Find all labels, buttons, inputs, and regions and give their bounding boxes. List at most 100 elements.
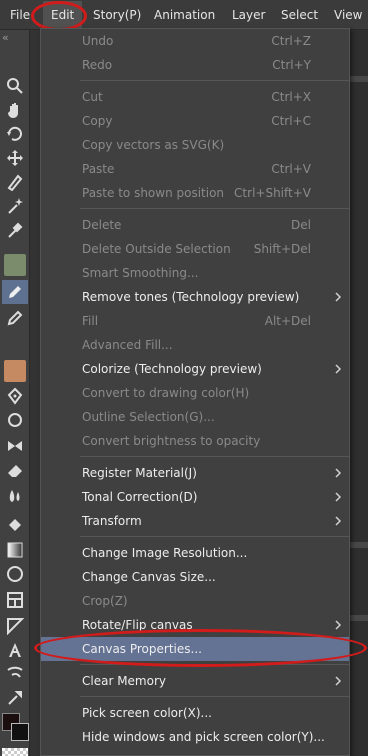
move-icon[interactable] <box>2 146 28 170</box>
menu-item-outline-selection[interactable]: Outline Selection(G)... <box>41 405 349 429</box>
panel-edge <box>350 615 368 621</box>
menu-item-copy-vectors-as-svg[interactable]: Copy vectors as SVG(K) <box>41 133 349 157</box>
tool-property-strip <box>30 30 40 756</box>
menu-item-remove-tones[interactable]: Remove tones (Technology preview) <box>41 285 349 309</box>
menu-item-redo[interactable]: Redo Ctrl+Y <box>41 53 349 77</box>
collapse-toolbar-button[interactable]: « <box>2 32 16 44</box>
chevron-right-icon <box>335 364 342 374</box>
menu-item-delete[interactable]: Delete Del <box>41 213 349 237</box>
menu-item-label: Tonal Correction(D) <box>82 490 198 504</box>
menu-view[interactable]: View <box>334 0 362 30</box>
menu-item-label: Colorize (Technology preview) <box>82 362 262 376</box>
menu-item-label: Crop(Z) <box>82 594 128 608</box>
menu-item-shortcut: Del <box>291 218 311 232</box>
menu-bar: File Edit Story(P) Animation Layer Selec… <box>0 0 368 30</box>
balloon-icon[interactable] <box>2 662 28 686</box>
menu-item-paste[interactable]: Paste Ctrl+V <box>41 157 349 181</box>
brush-thumbnail[interactable] <box>4 360 26 382</box>
menu-item-label: Fill <box>82 314 99 328</box>
menu-item-label: Convert to drawing color(H) <box>82 386 250 400</box>
operation-icon[interactable] <box>2 170 28 194</box>
menu-item-copy[interactable]: Copy Ctrl+C <box>41 109 349 133</box>
correct-line-icon[interactable] <box>2 686 28 710</box>
menu-item-pick-screen-color[interactable]: Pick screen color(X)... <box>41 701 349 725</box>
figure-icon[interactable] <box>2 562 28 586</box>
menu-edit[interactable]: Edit <box>43 1 83 29</box>
sub-color-swatch[interactable] <box>11 723 29 741</box>
menu-item-label: Transform <box>82 514 142 528</box>
menu-item-convert-to-drawing-color[interactable]: Convert to drawing color(H) <box>41 381 349 405</box>
chevron-right-icon <box>335 292 342 302</box>
magic-wand-icon[interactable] <box>2 194 28 218</box>
menu-animation[interactable]: Animation <box>154 0 215 30</box>
transparent-color-swatch[interactable] <box>2 748 28 756</box>
eraser-icon[interactable] <box>2 458 28 482</box>
menu-item-label: Smart Smoothing... <box>82 266 199 280</box>
menu-item-paste-to-shown-position[interactable]: Paste to shown position Ctrl+Shift+V <box>41 181 349 205</box>
panel-edge <box>350 76 368 82</box>
menu-item-shortcut: Ctrl+Z <box>271 34 311 48</box>
menu-item-hide-windows-and-pick-screen-color[interactable]: Hide windows and pick screen color(Y)... <box>41 725 349 749</box>
fill-icon[interactable] <box>2 512 28 536</box>
text-icon[interactable] <box>2 638 28 662</box>
menu-item-undo[interactable]: Undo Ctrl+Z <box>41 29 349 53</box>
chevron-right-icon <box>335 516 342 526</box>
menu-item-shortcut: Ctrl+Y <box>272 58 311 72</box>
menu-item-label: Cut <box>82 90 103 104</box>
menu-separator <box>80 536 350 537</box>
rotate-icon[interactable] <box>2 122 28 146</box>
menu-item-label: Copy vectors as SVG(K) <box>82 138 225 152</box>
frame-icon[interactable] <box>2 588 28 612</box>
menu-item-label: Hide windows and pick screen color(Y)... <box>82 730 325 744</box>
menu-item-clear-memory[interactable]: Clear Memory <box>41 669 349 693</box>
gradient-icon[interactable] <box>2 538 28 562</box>
pen-icon[interactable] <box>2 280 28 304</box>
chevron-right-icon <box>335 492 342 502</box>
tool-palette: « <box>0 30 30 756</box>
menu-select[interactable]: Select <box>281 0 318 30</box>
menu-story[interactable]: Story(P) <box>93 0 141 30</box>
menu-item-label: Rotate/Flip canvas <box>82 618 193 632</box>
sub-tool-thumbnail[interactable] <box>4 254 26 276</box>
decoration-icon[interactable] <box>2 408 28 432</box>
menu-item-rotate-flip-canvas[interactable]: Rotate/Flip canvas <box>41 613 349 637</box>
menu-item-label: Convert brightness to opacity <box>82 434 261 448</box>
menu-item-colorize[interactable]: Colorize (Technology preview) <box>41 357 349 381</box>
menu-item-change-image-resolution[interactable]: Change Image Resolution... <box>41 541 349 565</box>
chevron-right-icon <box>335 676 342 686</box>
menu-item-tonal-correction[interactable]: Tonal Correction(D) <box>41 485 349 509</box>
hand-icon[interactable] <box>2 98 28 122</box>
zoom-icon[interactable] <box>2 74 28 98</box>
edit-menu: Undo Ctrl+Z Redo Ctrl+Y Cut Ctrl+X Copy Ctrl+C C… <box>40 28 350 756</box>
menu-item-smart-smoothing[interactable]: Smart Smoothing... <box>41 261 349 285</box>
menu-item-label: Paste <box>82 162 115 176</box>
ruler-icon[interactable] <box>2 614 28 638</box>
menu-item-cut[interactable]: Cut Ctrl+X <box>41 85 349 109</box>
panel-edge <box>350 542 368 548</box>
menu-item-label: Paste to shown position <box>82 186 225 200</box>
pencil-icon[interactable] <box>2 306 28 330</box>
menu-item-convert-brightness-to-opacity[interactable]: Convert brightness to opacity <box>41 429 349 453</box>
chevron-right-icon <box>335 620 342 630</box>
menu-item-label: Delete Outside Selection <box>82 242 231 256</box>
menu-item-label: Delete <box>82 218 122 232</box>
menu-item-crop[interactable]: Crop(Z) <box>41 589 349 613</box>
menu-item-shortcut: Ctrl+C <box>271 114 311 128</box>
menu-item-canvas-properties[interactable]: Canvas Properties... <box>41 637 349 661</box>
ink-pen-icon[interactable] <box>2 384 28 408</box>
menu-separator <box>80 80 350 81</box>
menu-layer[interactable]: Layer <box>232 0 265 30</box>
blend-icon[interactable] <box>2 484 28 508</box>
menu-item-transform[interactable]: Transform <box>41 509 349 533</box>
menu-item-fill[interactable]: Fill Alt+Del <box>41 309 349 333</box>
menu-file[interactable]: File <box>10 0 30 30</box>
menu-item-change-canvas-size[interactable]: Change Canvas Size... <box>41 565 349 589</box>
menu-item-label: Change Image Resolution... <box>82 546 248 560</box>
menu-item-delete-outside-selection[interactable]: Delete Outside Selection Shift+Del <box>41 237 349 261</box>
airbrush-icon[interactable] <box>2 434 28 458</box>
menu-item-advanced-fill[interactable]: Advanced Fill... <box>41 333 349 357</box>
menu-item-label: Change Canvas Size... <box>82 570 216 584</box>
eyedropper-icon[interactable] <box>2 218 28 242</box>
menu-item-label: Advanced Fill... <box>82 338 173 352</box>
menu-item-register-material[interactable]: Register Material(J) <box>41 461 349 485</box>
